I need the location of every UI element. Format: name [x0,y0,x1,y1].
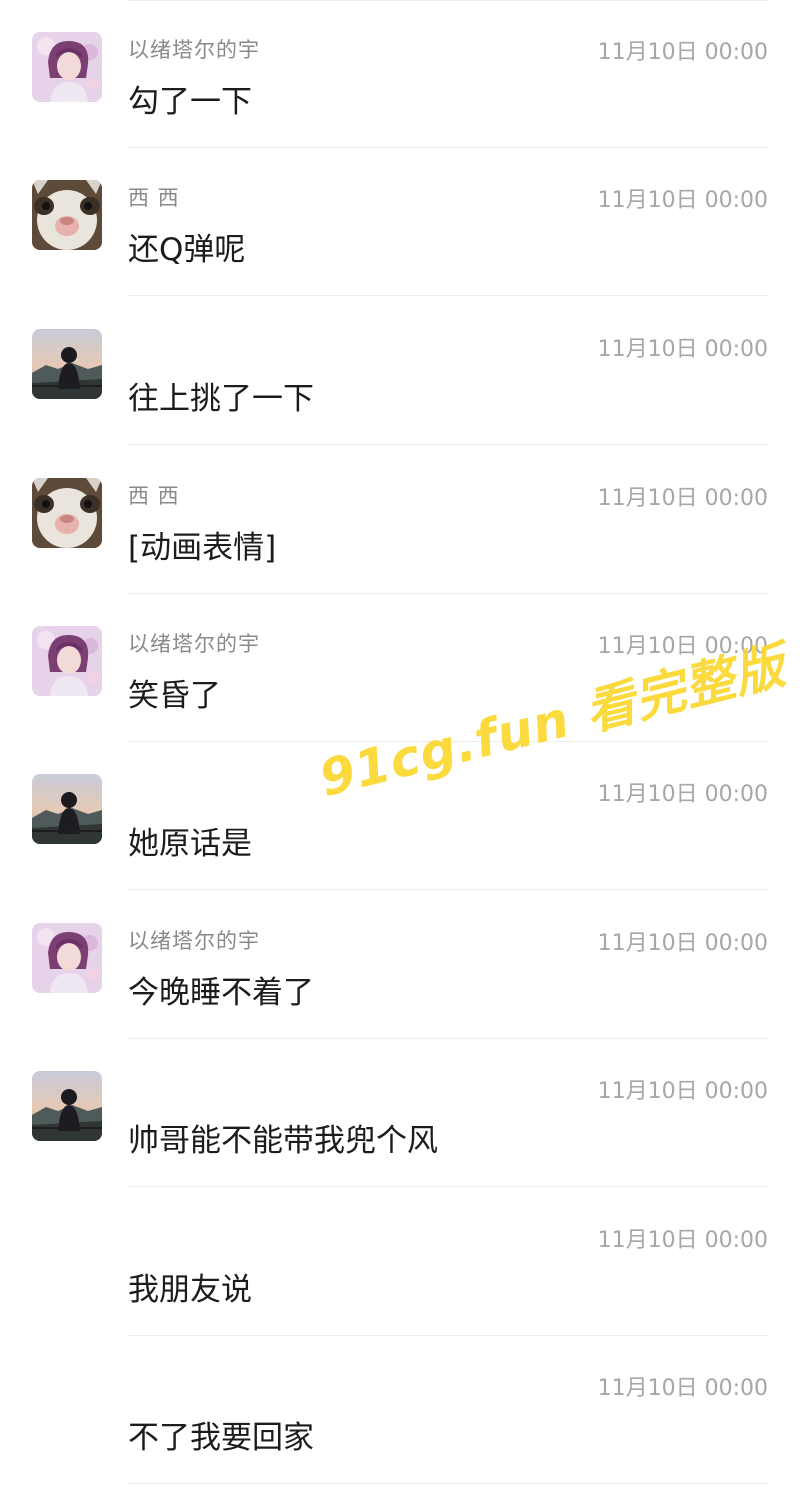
message-text: 不了我要回家 [128,1420,314,1456]
message-text: 我朋友说 [128,1272,252,1308]
timestamp: 11月10日 00:00 [597,782,768,807]
timestamp: 11月10日 00:00 [597,931,768,956]
divider [128,295,768,296]
timestamp: 11月10日 00:00 [597,337,768,362]
divider [128,1483,768,1484]
mountain-person-avatar[interactable] [32,1071,102,1141]
sender-name: 以绪塔尔的宇 [128,929,260,953]
message-text: 笑昏了 [128,678,221,714]
message-item[interactable]: 11月10日 00:00 我朋友说 [0,1188,800,1336]
cat-face-avatar[interactable] [32,478,102,548]
message-item[interactable]: 11月10日 00:00 不了我要回家 [0,1336,800,1484]
divider [128,444,768,445]
timestamp: 11月10日 00:00 [597,1228,768,1253]
message-item[interactable]: 以绪塔尔的宇 11月10日 00:00 今晚睡不着了 [0,891,800,1039]
message-item[interactable]: 以绪塔尔的宇 11月10日 00:00 勾了一下 [0,0,800,148]
timestamp: 11月10日 00:00 [597,1079,768,1104]
timestamp: 11月10日 00:00 [597,40,768,65]
anime-girl-avatar[interactable] [32,626,102,696]
divider [128,1186,768,1187]
divider [128,889,768,890]
timestamp: 11月10日 00:00 [597,188,768,213]
message-item[interactable]: 11月10日 00:00 往上挑了一下 [0,297,800,445]
message-text: 往上挑了一下 [128,381,314,417]
mountain-person-avatar[interactable] [32,329,102,399]
timestamp: 11月10日 00:00 [597,486,768,511]
cat-face-avatar[interactable] [32,180,102,250]
message-text: 她原话是 [128,826,252,862]
anime-girl-avatar[interactable] [32,923,102,993]
message-item[interactable]: 11月10日 00:00 帅哥能不能带我兜个风 [0,1039,800,1187]
anime-girl-avatar[interactable] [32,32,102,102]
message-text: 还Q弹呢 [128,232,246,268]
sender-name: 以绪塔尔的宇 [128,632,260,656]
message-text: [动画表情] [128,530,277,566]
message-text: 勾了一下 [128,84,252,120]
message-item[interactable]: 西 西 11月10日 00:00 [动画表情] [0,446,800,594]
sender-name: 以绪塔尔的宇 [128,38,260,62]
sender-name: 西 西 [128,186,180,210]
sender-name: 西 西 [128,484,180,508]
message-text: 帅哥能不能带我兜个风 [128,1123,438,1159]
message-text: 今晚睡不着了 [128,975,314,1011]
mountain-person-avatar[interactable] [32,774,102,844]
timestamp: 11月10日 00:00 [597,1376,768,1401]
message-item[interactable]: 西 西 11月10日 00:00 还Q弹呢 [0,148,800,296]
